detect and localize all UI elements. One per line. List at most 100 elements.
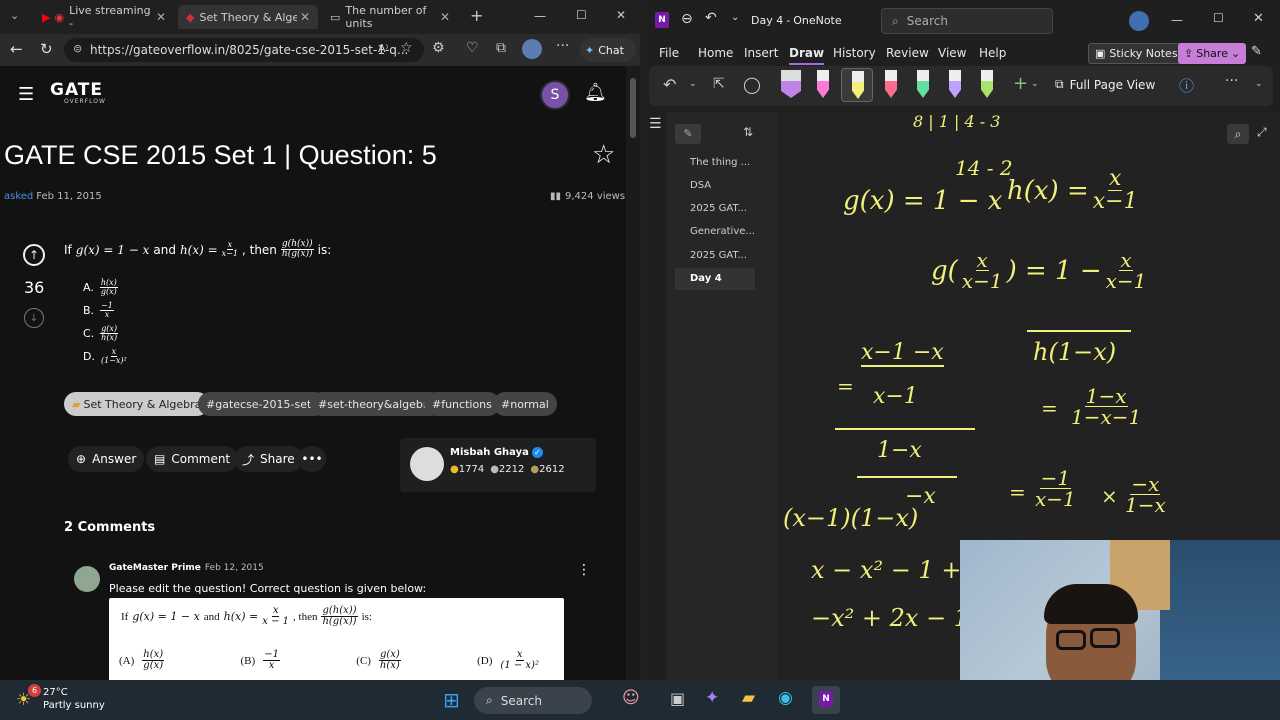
task-view-icon[interactable]: ▣ xyxy=(670,689,685,708)
more-icon[interactable]: ··· xyxy=(556,38,569,54)
sticky-notes-button[interactable]: ▣ Sticky Notes xyxy=(1088,43,1185,64)
page-scrollbar[interactable] xyxy=(626,66,640,680)
read-aloud-icon[interactable]: A⁾ xyxy=(378,42,388,55)
search-icon[interactable]: ⌕ xyxy=(1227,124,1249,144)
menu-view[interactable]: View xyxy=(938,46,966,60)
user-avatar[interactable]: S xyxy=(540,80,570,110)
comment-button[interactable]: ▤ Comment xyxy=(146,446,239,472)
menu-history[interactable]: History xyxy=(833,46,876,60)
full-page-view-button[interactable]: ⧉ Full Page View xyxy=(1055,77,1155,92)
widget-character-icon[interactable]: ☺ xyxy=(622,688,640,708)
profile-avatar[interactable] xyxy=(522,39,542,59)
tag-chip[interactable]: #functions xyxy=(424,392,500,416)
commenter-avatar[interactable] xyxy=(74,566,100,592)
maximize-icon[interactable]: ☐ xyxy=(1213,11,1224,25)
hamburger-menu-icon[interactable]: ☰ xyxy=(18,84,34,105)
purple-pen-icon[interactable] xyxy=(949,70,961,98)
copilot-icon[interactable]: ✦ xyxy=(705,688,719,708)
account-avatar[interactable] xyxy=(1129,11,1149,31)
lasso-icon[interactable]: ◯ xyxy=(743,75,761,94)
notification-bell-icon[interactable]: 🔔︎ xyxy=(584,82,607,103)
tab-live-streaming[interactable]: ▶ ◉ Live streaming - ✕ xyxy=(34,4,174,30)
file-explorer-icon[interactable]: ▰ xyxy=(742,688,755,708)
tag-chip[interactable]: #gatecse-2015-set1 xyxy=(198,392,327,416)
menu-home[interactable]: Home xyxy=(698,46,733,60)
page-item[interactable]: 2025 GAT... xyxy=(690,250,747,261)
green-pen-icon[interactable] xyxy=(917,70,929,98)
tab-actions-icon[interactable]: ⌄ xyxy=(10,9,19,22)
tag-chip[interactable]: #set-theory&algebra xyxy=(310,392,443,416)
yellow-pen-icon[interactable] xyxy=(852,71,864,99)
weather-widget[interactable]: 27°C Partly sunny xyxy=(43,686,105,712)
author-name[interactable]: Misbah Ghaya xyxy=(450,447,529,458)
answer-button[interactable]: ⊕ Answer xyxy=(68,446,145,472)
onenote-taskbar-button[interactable]: N xyxy=(812,686,840,714)
comment-menu-icon[interactable]: ⋮ xyxy=(577,562,591,578)
scrollbar-thumb[interactable] xyxy=(630,78,636,138)
refresh-icon[interactable]: ↻ xyxy=(40,40,53,58)
new-page-icon[interactable]: ✎ xyxy=(675,124,701,144)
site-info-icon[interactable]: ⊜ xyxy=(73,42,82,55)
pink-pen-icon[interactable] xyxy=(817,70,829,98)
help-icon[interactable]: ⓘ xyxy=(1179,75,1194,96)
menu-review[interactable]: Review xyxy=(886,46,929,60)
red-pen-icon[interactable] xyxy=(885,70,897,98)
favorite-star-icon[interactable]: ☆ xyxy=(592,140,615,170)
downvote-icon[interactable]: ↓ xyxy=(24,308,44,328)
more-actions-button[interactable]: ••• xyxy=(298,446,326,472)
page-item[interactable]: The thing ... xyxy=(690,157,750,168)
tab-set-theory[interactable]: ◆ Set Theory & Algebr ✕ xyxy=(178,5,318,29)
tab-number-of-units[interactable]: ▭ The number of units ✕ xyxy=(322,4,458,30)
sort-pages-icon[interactable]: ⇅ xyxy=(743,125,753,139)
back-icon[interactable]: ⊖ xyxy=(681,11,693,27)
menu-help[interactable]: Help xyxy=(979,46,1006,60)
asked-label[interactable]: asked xyxy=(4,191,33,202)
customize-toolbar-icon[interactable]: ⌄ xyxy=(731,12,739,23)
close-window-icon[interactable]: ✕ xyxy=(616,8,626,22)
back-icon[interactable]: ← xyxy=(10,40,23,58)
close-window-icon[interactable]: ✕ xyxy=(1253,11,1264,26)
chevron-down-icon[interactable]: ⌄ xyxy=(1255,79,1263,89)
close-icon[interactable]: ✕ xyxy=(440,10,450,24)
selected-pen-slot[interactable] xyxy=(841,68,873,102)
url-bar[interactable]: ⊜ https://gateoverflow.in/8025/gate-cse-… xyxy=(64,38,424,62)
maximize-icon[interactable]: ☐ xyxy=(576,8,587,22)
more-icon[interactable]: ··· xyxy=(1225,73,1238,89)
pen-tool-icon[interactable]: ✎ xyxy=(1251,44,1262,59)
minimize-icon[interactable]: — xyxy=(534,9,546,23)
chevron-down-icon[interactable]: ⌄ xyxy=(1031,79,1039,89)
favorite-star-icon[interactable]: ☆ xyxy=(400,40,413,56)
search-box[interactable]: ⌕ Search xyxy=(881,8,1053,34)
share-button[interactable]: ⤴ Share xyxy=(234,446,303,472)
page-item[interactable]: DSA xyxy=(690,180,711,191)
add-pen-icon[interactable]: + xyxy=(1013,73,1028,94)
menu-file[interactable]: File xyxy=(659,46,679,60)
site-logo[interactable]: GATE OVERFLOW xyxy=(50,82,106,105)
author-avatar[interactable] xyxy=(410,447,444,481)
new-tab-icon[interactable]: + xyxy=(470,6,483,25)
extensions-icon[interactable]: ⚙ xyxy=(432,40,445,56)
undo-icon[interactable]: ↶ xyxy=(705,10,717,26)
close-icon[interactable]: ✕ xyxy=(300,10,310,24)
page-item[interactable]: Generative... xyxy=(690,226,755,237)
undo-icon[interactable]: ↶ xyxy=(663,75,676,94)
comment-author[interactable]: GateMaster Prime xyxy=(109,563,201,573)
eraser-pen-icon[interactable] xyxy=(781,70,801,98)
windows-start-icon[interactable]: ⊞ xyxy=(443,688,460,712)
select-cursor-icon[interactable]: ⇱ xyxy=(713,76,725,92)
page-item[interactable]: 2025 GAT... xyxy=(690,203,747,214)
chevron-down-icon[interactable]: ⌄ xyxy=(689,79,697,89)
minimize-icon[interactable]: — xyxy=(1171,13,1183,27)
navigation-toggle-icon[interactable]: ☰ xyxy=(649,116,662,132)
category-tag[interactable]: ▰ Set Theory & Algebra xyxy=(64,392,210,416)
close-icon[interactable]: ✕ xyxy=(156,10,166,24)
tag-chip[interactable]: #normal xyxy=(493,392,557,416)
collections-icon[interactable]: ⧉ xyxy=(496,40,506,56)
upvote-icon[interactable]: ↑ xyxy=(23,244,45,266)
share-button[interactable]: ⇪ Share ⌄ xyxy=(1178,43,1247,64)
lime-pen-icon[interactable] xyxy=(981,70,993,98)
expand-icon[interactable]: ⤢ xyxy=(1257,125,1267,140)
weather-widget-icon[interactable]: ☀ 6 xyxy=(16,684,41,710)
edge-icon[interactable]: ◉ xyxy=(778,688,793,708)
page-item-active[interactable]: Day 4 xyxy=(690,273,722,284)
